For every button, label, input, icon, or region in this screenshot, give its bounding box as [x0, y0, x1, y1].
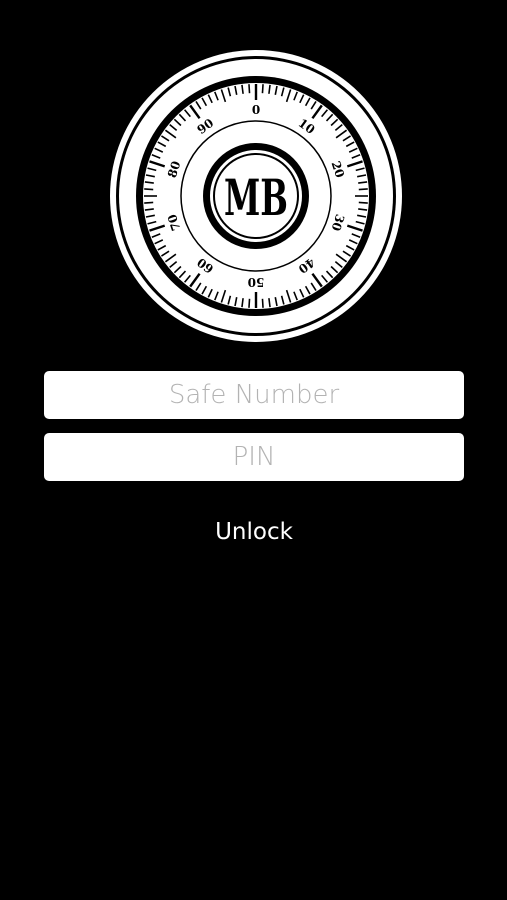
dial-number-label: 50: [248, 275, 265, 289]
dial-number-label: 0: [252, 103, 260, 117]
dial-tick: [144, 208, 154, 211]
dial-tick: [358, 188, 368, 191]
dial-tick: [248, 84, 251, 94]
dial-tick: [144, 181, 154, 184]
dial-tick: [358, 181, 368, 184]
dial-tick: [358, 201, 368, 204]
safe-number-input[interactable]: [44, 371, 464, 419]
dial-tick: [268, 298, 271, 308]
monogram-text: MB: [224, 168, 288, 227]
dial-tick: [248, 298, 251, 308]
dial-tick: [358, 208, 368, 211]
dial-graphic: 0102030405060708090 MB: [110, 50, 402, 342]
dial-tick: [268, 84, 271, 94]
unlock-button[interactable]: Unlock: [178, 512, 330, 552]
dial-tick: [241, 298, 244, 308]
pin-input[interactable]: [44, 433, 464, 481]
combination-dial-logo-icon: 0 10 20 30 40 50 60 70 80 90 MB: [108, 48, 404, 344]
dial-tick: [144, 188, 154, 191]
dial-tick: [144, 201, 154, 204]
dial-tick: [261, 84, 264, 94]
dial-tick: [241, 84, 244, 94]
dial-tick: [261, 298, 264, 308]
